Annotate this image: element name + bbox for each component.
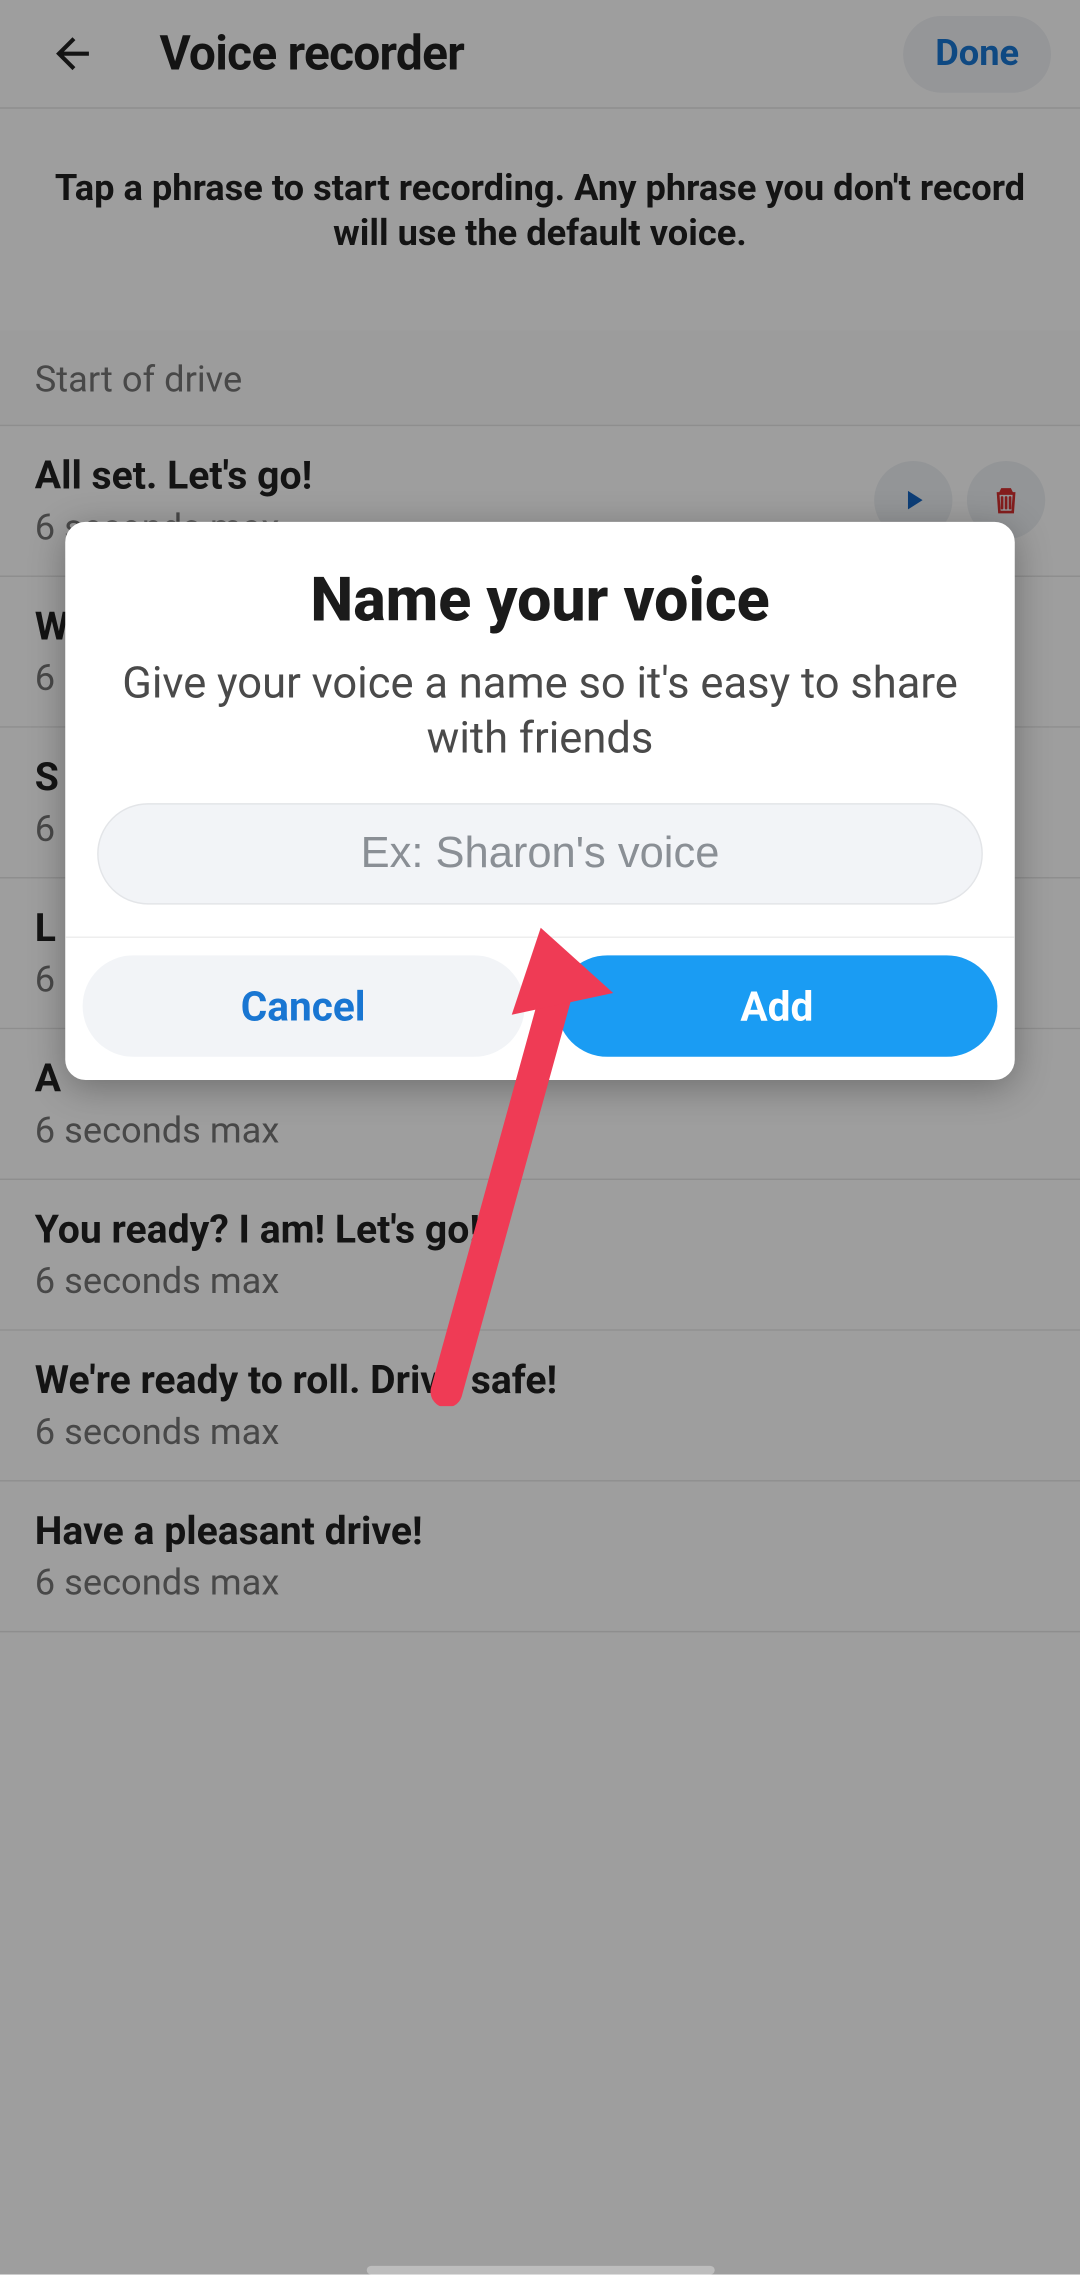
voice-name-input[interactable] [97,803,984,904]
gesture-bar [366,2266,714,2275]
add-button[interactable]: Add [556,955,998,1056]
cancel-button[interactable]: Cancel [82,955,524,1056]
modal-title: Name your voice [97,565,984,636]
name-voice-modal: Name your voice Give your voice a name s… [65,522,1015,1080]
modal-subtitle: Give your voice a name so it's easy to s… [97,657,984,766]
modal-scrim[interactable]: Name your voice Give your voice a name s… [0,0,1080,2275]
